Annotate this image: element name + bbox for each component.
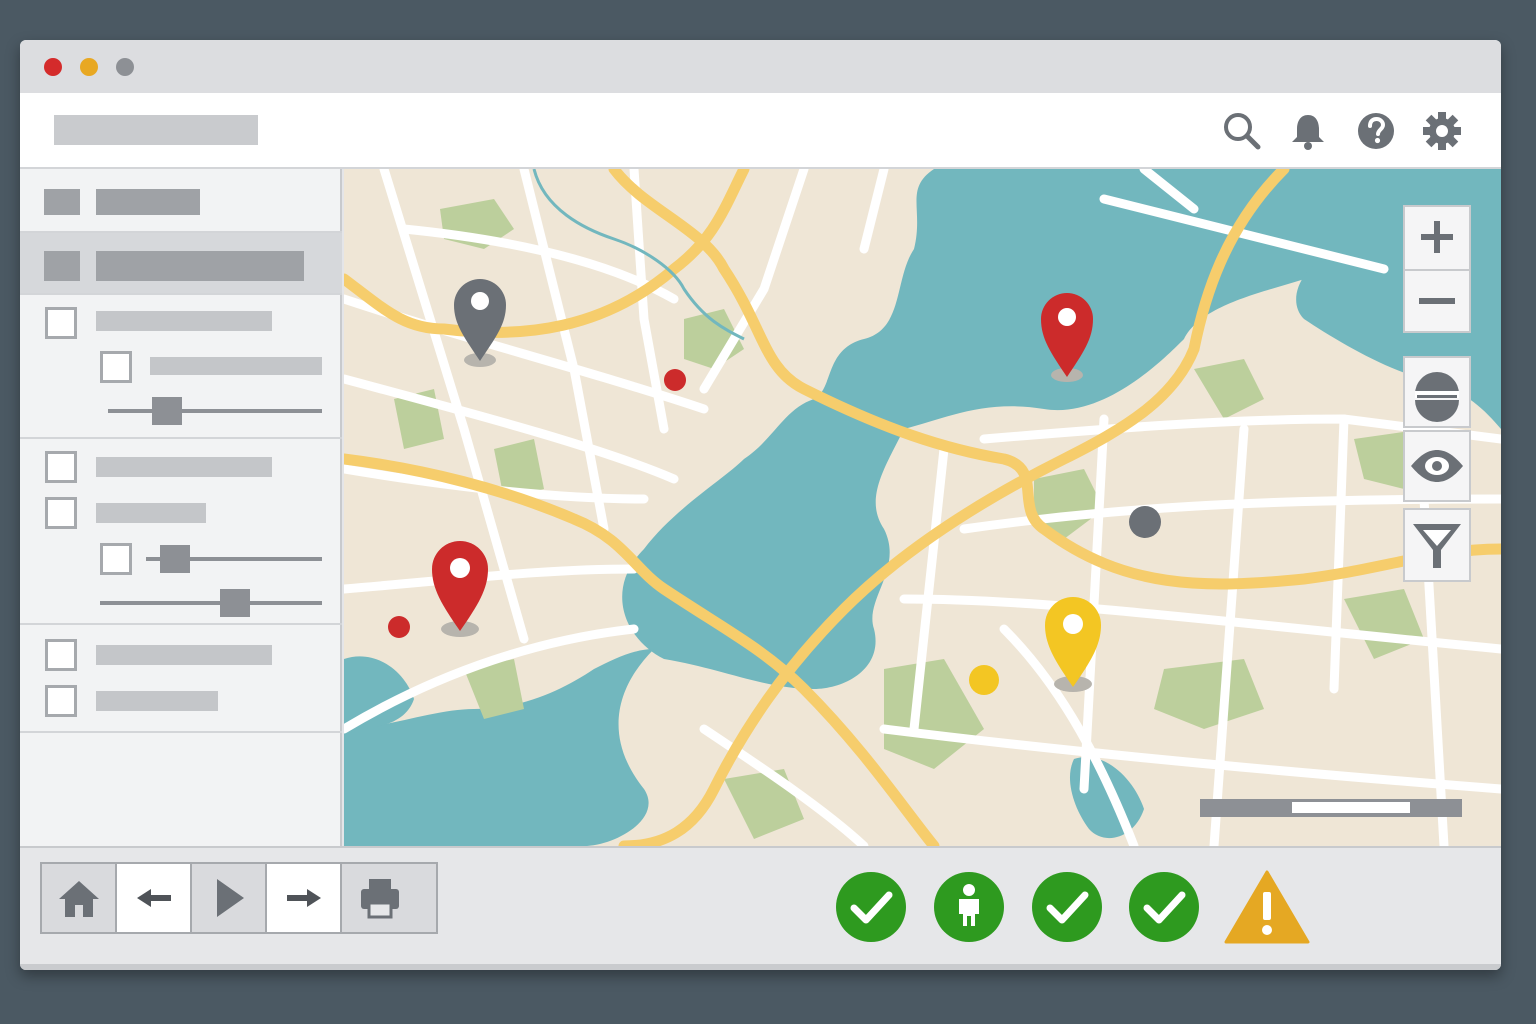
home-button[interactable] <box>42 864 117 932</box>
forward-button[interactable] <box>267 864 342 932</box>
bottom-bar <box>20 846 1501 964</box>
layer-checkbox[interactable] <box>45 451 77 483</box>
filter-button[interactable] <box>1403 508 1471 582</box>
range-slider[interactable] <box>146 545 322 573</box>
search-input[interactable] <box>54 115 258 145</box>
help-icon[interactable] <box>1354 109 1398 153</box>
red-dot-marker[interactable] <box>664 369 686 391</box>
layer-label <box>96 457 272 477</box>
zoom-out-button[interactable] <box>1403 269 1471 333</box>
back-button[interactable] <box>117 864 192 932</box>
visibility-button[interactable] <box>1403 430 1471 502</box>
layer-label <box>96 645 272 665</box>
layer-checkbox[interactable] <box>45 685 77 717</box>
home-icon <box>58 881 99 917</box>
forward-arrow-icon <box>286 889 321 907</box>
layer-label <box>96 691 218 711</box>
layer-group-3 <box>20 625 342 733</box>
map-canvas[interactable] <box>344 169 1501 846</box>
opacity-slider[interactable] <box>108 397 322 425</box>
top-toolbar <box>20 93 1501 169</box>
check-icon <box>836 872 906 942</box>
slider-handle[interactable] <box>160 545 190 573</box>
red-dot-marker[interactable] <box>388 616 410 638</box>
minimize-window-button[interactable] <box>80 58 98 76</box>
zoom-out-icon <box>1419 298 1455 304</box>
layer-checkbox[interactable] <box>45 639 77 671</box>
sidebar-header <box>20 169 342 233</box>
person-icon <box>934 872 1004 942</box>
window-footer <box>20 964 1501 970</box>
sidebar-item-label <box>96 251 304 281</box>
sublayer-checkbox[interactable] <box>100 351 132 383</box>
search-icon[interactable] <box>1220 109 1264 153</box>
layer-checkbox[interactable] <box>45 307 77 339</box>
scale-bar <box>1200 799 1462 817</box>
layer-label <box>96 311 272 331</box>
layer-label <box>96 503 206 523</box>
slider-handle[interactable] <box>220 589 250 617</box>
sublayer-label <box>150 357 322 375</box>
navigation-controls <box>40 862 438 934</box>
sidebar-item-selected[interactable] <box>20 233 342 295</box>
maximize-window-button[interactable] <box>116 58 134 76</box>
sidebar-item-icon <box>44 251 80 281</box>
play-button[interactable] <box>192 864 267 932</box>
layer-sidebar <box>20 169 342 846</box>
sidebar-header-icon <box>44 189 80 215</box>
back-arrow-icon <box>136 889 171 907</box>
zoom-in-button[interactable] <box>1403 205 1471 269</box>
layer-group-2 <box>20 439 342 625</box>
gray-dot-marker[interactable] <box>1129 506 1161 538</box>
print-icon <box>360 879 399 919</box>
layer-checkbox[interactable] <box>45 497 77 529</box>
print-button[interactable] <box>342 864 417 932</box>
layers-icon <box>1415 372 1459 422</box>
eye-icon <box>1411 450 1463 482</box>
layers-button[interactable] <box>1403 356 1471 428</box>
check-icon <box>1129 872 1199 942</box>
bell-icon[interactable] <box>1286 109 1330 153</box>
gear-icon[interactable] <box>1420 109 1464 153</box>
sidebar-header-label <box>96 189 200 215</box>
warning-icon <box>1224 870 1310 944</box>
yellow-dot-marker[interactable] <box>969 665 999 695</box>
sublayer-checkbox[interactable] <box>100 543 132 575</box>
close-window-button[interactable] <box>44 58 62 76</box>
map-graphic[interactable] <box>344 169 1501 846</box>
zoom-in-icon <box>1421 221 1453 253</box>
filter-icon <box>1413 524 1461 568</box>
layer-group-1 <box>20 295 342 439</box>
play-icon <box>216 879 244 917</box>
slider-handle[interactable] <box>152 397 182 425</box>
title-bar <box>20 40 1501 93</box>
app-window <box>20 40 1501 970</box>
opacity-slider[interactable] <box>100 589 322 617</box>
check-icon <box>1032 872 1102 942</box>
